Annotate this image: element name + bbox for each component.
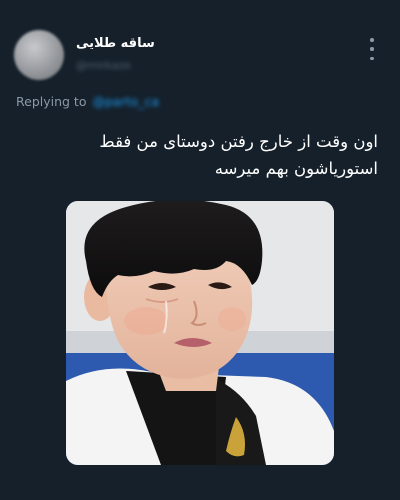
- tweet-text: اون وقت از خارج رفتن دوستای من فقط استور…: [18, 128, 378, 182]
- reply-target-handle[interactable]: @parto_ca: [92, 94, 159, 109]
- crying-child-photo: [66, 201, 334, 465]
- replying-to: Replying to @parto_ca: [16, 94, 159, 109]
- tweet-text-line: اون وقت از خارج رفتن دوستای من فقط: [99, 132, 378, 151]
- replying-to-label: Replying to: [16, 94, 87, 109]
- tweet-photo[interactable]: [66, 201, 334, 465]
- avatar[interactable]: [14, 30, 64, 80]
- tweet-text-line: استوریاشون بهم میرسه: [214, 159, 378, 178]
- author-handle[interactable]: @mirkaze: [76, 59, 134, 73]
- more-vertical-icon[interactable]: [364, 38, 380, 60]
- author-display-name[interactable]: ساقه طلایی: [76, 36, 156, 51]
